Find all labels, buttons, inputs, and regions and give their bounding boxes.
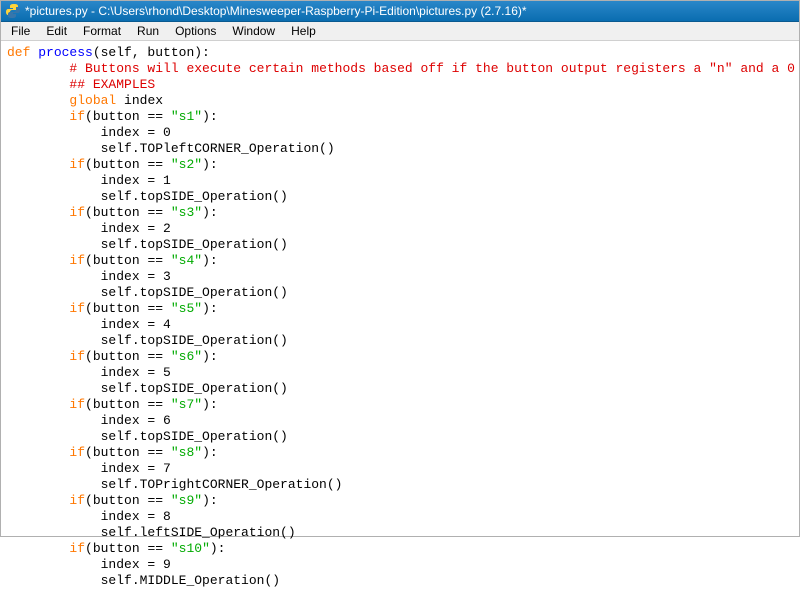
if-cond-open: (button ==: [85, 541, 171, 556]
function-name: process: [38, 45, 93, 60]
method-call: self.topSIDE_Operation(): [101, 333, 288, 348]
keyword-def: def: [7, 45, 30, 60]
comment-line: # Buttons will execute certain methods b…: [69, 61, 800, 76]
if-cond-close: ):: [202, 109, 218, 124]
global-var: index: [116, 93, 163, 108]
keyword-if: if: [69, 253, 85, 268]
menu-run[interactable]: Run: [129, 22, 167, 40]
method-call: self.topSIDE_Operation(): [101, 381, 288, 396]
method-call: self.MIDDLE_Operation(): [101, 573, 280, 588]
string-literal: "s7": [171, 397, 202, 412]
method-call: self.topSIDE_Operation(): [101, 285, 288, 300]
keyword-if: if: [69, 205, 85, 220]
if-cond-close: ):: [202, 253, 218, 268]
keyword-if: if: [69, 157, 85, 172]
menu-file[interactable]: File: [3, 22, 38, 40]
menubar: File Edit Format Run Options Window Help: [1, 22, 799, 41]
assign-index: index = 2: [101, 221, 171, 236]
assign-index: index = 7: [101, 461, 171, 476]
if-cond-close: ):: [202, 397, 218, 412]
if-cond-close: ):: [202, 349, 218, 364]
string-literal: "s1": [171, 109, 202, 124]
assign-index: index = 8: [101, 509, 171, 524]
assign-index: index = 1: [101, 173, 171, 188]
if-cond-open: (button ==: [85, 253, 171, 268]
if-cond-open: (button ==: [85, 301, 171, 316]
string-literal: "s5": [171, 301, 202, 316]
method-call: self.leftSIDE_Operation(): [101, 525, 296, 540]
string-literal: "s8": [171, 445, 202, 460]
if-cond-close: ):: [202, 301, 218, 316]
python-icon: [5, 3, 21, 19]
string-literal: "s6": [171, 349, 202, 364]
method-call: self.topSIDE_Operation(): [101, 429, 288, 444]
window-title: *pictures.py - C:\Users\rhond\Desktop\Mi…: [25, 1, 527, 22]
assign-index: index = 6: [101, 413, 171, 428]
menu-format[interactable]: Format: [75, 22, 129, 40]
assign-index: index = 3: [101, 269, 171, 284]
if-cond-close: ):: [202, 205, 218, 220]
if-cond-open: (button ==: [85, 349, 171, 364]
string-literal: "s3": [171, 205, 202, 220]
string-literal: "s4": [171, 253, 202, 268]
window-titlebar: *pictures.py - C:\Users\rhond\Desktop\Mi…: [1, 1, 799, 22]
keyword-if: if: [69, 493, 85, 508]
keyword-if: if: [69, 349, 85, 364]
if-cond-open: (button ==: [85, 157, 171, 172]
string-literal: "s10": [171, 541, 210, 556]
if-cond-close: ):: [202, 445, 218, 460]
assign-index: index = 9: [101, 557, 171, 572]
if-cond-open: (button ==: [85, 493, 171, 508]
if-cond-open: (button ==: [85, 445, 171, 460]
function-args: (self, button):: [93, 45, 210, 60]
if-cond-open: (button ==: [85, 205, 171, 220]
if-cond-close: ):: [210, 541, 226, 556]
if-cond-close: ):: [202, 157, 218, 172]
keyword-if: if: [69, 397, 85, 412]
if-cond-close: ):: [202, 493, 218, 508]
method-call: self.TOPrightCORNER_Operation(): [101, 477, 343, 492]
assign-index: index = 4: [101, 317, 171, 332]
menu-help[interactable]: Help: [283, 22, 324, 40]
menu-options[interactable]: Options: [167, 22, 224, 40]
method-call: self.TOPleftCORNER_Operation(): [101, 141, 335, 156]
method-call: self.topSIDE_Operation(): [101, 237, 288, 252]
if-cond-open: (button ==: [85, 397, 171, 412]
menu-edit[interactable]: Edit: [38, 22, 75, 40]
assign-index: index = 5: [101, 365, 171, 380]
keyword-if: if: [69, 109, 85, 124]
string-literal: "s2": [171, 157, 202, 172]
if-cond-open: (button ==: [85, 109, 171, 124]
code-editor[interactable]: def process(self, button): # Buttons wil…: [1, 41, 799, 593]
menu-window[interactable]: Window: [224, 22, 283, 40]
keyword-if: if: [69, 445, 85, 460]
keyword-if: if: [69, 301, 85, 316]
assign-index: index = 0: [101, 125, 171, 140]
method-call: self.topSIDE_Operation(): [101, 189, 288, 204]
keyword-global: global: [69, 93, 116, 108]
comment-line: ## EXAMPLES: [69, 77, 155, 92]
string-literal: "s9": [171, 493, 202, 508]
keyword-if: if: [69, 541, 85, 556]
